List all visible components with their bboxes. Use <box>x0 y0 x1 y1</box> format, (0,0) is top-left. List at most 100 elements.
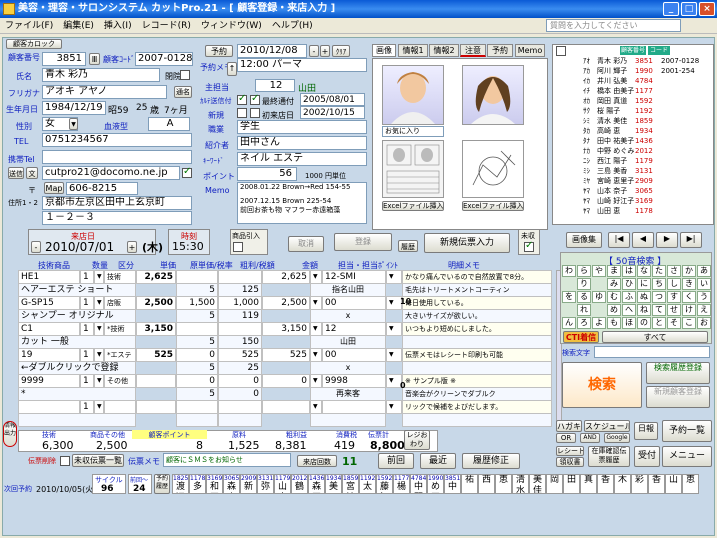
cell-s2[interactable] <box>310 413 386 427</box>
customer-list-item[interactable]: ｼﾐ 清水 美佳 1859 <box>583 117 711 126</box>
kana-button[interactable]: を <box>562 291 576 303</box>
tab-image[interactable]: 画像 <box>372 44 396 57</box>
cell-qty[interactable]: 1 <box>80 270 94 284</box>
kana-button[interactable]: わ <box>562 265 576 277</box>
cell-staff[interactable]: 9998 <box>322 374 386 388</box>
kana-button[interactable]: る <box>577 291 591 303</box>
cell-s2[interactable]: x <box>310 309 386 323</box>
cell-sub[interactable]: カット 一般 <box>18 335 136 349</box>
recent-customer-item[interactable]: 祐 <box>461 474 478 494</box>
chevron-down-icon[interactable]: ▼ <box>69 118 78 130</box>
slip-delete-checkbox[interactable] <box>60 456 70 466</box>
recent-customer-item[interactable]: 真 <box>580 474 597 494</box>
cell-price[interactable]: 3,150 <box>136 322 176 336</box>
kana-button[interactable]: に <box>637 278 651 290</box>
menu-record[interactable]: レコード(R) <box>137 18 196 34</box>
card-checkbox[interactable] <box>237 93 247 105</box>
cell-c2[interactable]: 5 <box>176 283 218 297</box>
cell-qty[interactable]: 1 <box>80 296 94 310</box>
cell-dropdown[interactable]: ▼ <box>94 322 104 336</box>
cell-c2[interactable] <box>176 413 218 427</box>
cell-m2[interactable]: 音楽会がクリーンでダブルク <box>402 387 552 401</box>
customer-list-item[interactable]: ﾔﾏ 山田 恵 1178 <box>583 207 711 216</box>
recent-customer-item[interactable]: 2909 新 <box>240 474 257 494</box>
new-slip-button[interactable]: 新規伝票入力 <box>424 233 510 253</box>
table-subrow[interactable]: ヘアーエステ ショート 5 125 指名山田 毛先はトリートメントコーティン <box>18 283 553 297</box>
new-checkbox[interactable] <box>237 108 247 118</box>
recent-customer-item[interactable]: 3169和田 <box>206 474 223 494</box>
recent-customer-item[interactable]: 香 <box>648 474 665 494</box>
cell-price[interactable]: 2,625 <box>136 270 176 284</box>
customer-list-item[interactable]: ﾆｼ 西江 陽子 1179 <box>583 157 711 166</box>
cell-dropdown[interactable]: ▼ <box>310 270 322 284</box>
address1-field[interactable]: 京都市左京区田中上玄京町 <box>42 196 192 210</box>
table-subrow[interactable]: ←ダブルクリックで登録 5 25 x <box>18 361 553 375</box>
visit-time-value[interactable]: 15:30 <box>172 240 204 253</box>
kana-button[interactable]: お <box>697 317 711 329</box>
cell-amt[interactable]: 0 <box>262 374 310 388</box>
kana-button[interactable]: せ <box>667 304 681 316</box>
cell-dropdown[interactable]: ▼ <box>310 348 322 362</box>
slip-memo-field[interactable]: 顧客にＳＭＳをお知らせ <box>163 453 291 467</box>
visit-prev-day-button[interactable]: - <box>31 241 41 253</box>
product-draw-checkbox[interactable] <box>233 242 243 252</box>
tab-info1[interactable]: 情報1 <box>398 44 428 57</box>
recent-customer-item[interactable]: 3131 弥 <box>257 474 274 494</box>
tab-caution[interactable]: 注意 <box>460 44 486 57</box>
menu-edit[interactable]: 編集(E) <box>58 18 99 34</box>
reception-button[interactable]: 受付 <box>634 446 660 467</box>
cell-dropdown[interactable]: ▼ <box>94 400 104 414</box>
prev-record-button[interactable]: ◀ <box>632 232 654 248</box>
table-subrow[interactable]: カット 一般 5 150 山田 <box>18 335 553 349</box>
kana-button[interactable]: め <box>607 304 621 316</box>
cell-g2[interactable]: 119 <box>218 309 262 323</box>
recent-customer-item[interactable]: 3065森山 <box>223 474 240 494</box>
kana-button[interactable]: へ <box>622 304 636 316</box>
cell-price[interactable] <box>136 374 176 388</box>
cell-dropdown[interactable]: ▼ <box>310 322 322 336</box>
cell-gross[interactable] <box>218 322 262 336</box>
kana-button[interactable]: み <box>607 278 621 290</box>
cell-dropdown[interactable]: ▼ <box>386 322 402 336</box>
kana-button[interactable]: あ <box>697 265 711 277</box>
postcard-button[interactable]: ハガキ <box>556 420 582 432</box>
cell-m2[interactable] <box>402 361 552 375</box>
job-field[interactable]: 学生 <box>237 120 367 134</box>
menu-window[interactable]: ウィンドウ(W) <box>196 18 267 34</box>
list-header-no[interactable]: 顧客番号 <box>620 46 646 55</box>
mail-text-button[interactable]: 文 <box>26 167 38 179</box>
reserve-clear-button[interactable]: ｸﾘｱ <box>332 45 350 57</box>
menu-file[interactable]: ファイル(F) <box>0 18 58 34</box>
kana-button[interactable]: つ <box>652 291 666 303</box>
table-subrow[interactable]: * 5 0 再来客 音楽会がクリーンでダブルク <box>18 387 553 401</box>
cell-gross[interactable] <box>218 270 262 284</box>
recent-customer-item[interactable]: 1436森田 <box>308 474 325 494</box>
recent-customer-item[interactable]: 田 <box>563 474 580 494</box>
recent-customer-item[interactable]: 1592藤江 <box>376 474 393 494</box>
first-record-button[interactable]: |◀ <box>608 232 630 248</box>
receipt-button[interactable]: レシート <box>556 446 584 456</box>
cell-g2[interactable] <box>218 413 262 427</box>
cell-m2[interactable]: 毛先はトリートメントコーティン <box>402 283 552 297</box>
kana-button[interactable]: ひ <box>622 278 636 290</box>
new-customer-register-button[interactable]: 新規顧客登録 <box>646 386 710 408</box>
kana-button[interactable]: ふ <box>622 291 636 303</box>
cell-g2[interactable]: 25 <box>218 361 262 375</box>
search-button[interactable]: 検索 <box>562 362 642 408</box>
cell-dropdown[interactable]: ▼ <box>94 374 104 388</box>
recent-customer-item[interactable]: 1990め田 <box>427 474 444 494</box>
and-button[interactable]: AND <box>580 433 600 443</box>
cell-kind[interactable]: 技術 <box>104 270 136 284</box>
cell-item[interactable]: C1 <box>18 322 80 336</box>
table-row[interactable]: G-SP15 1 ▼ 店販 2,500 1,500 1,000 2,500 ▼ 00 ▼ 毎日使用して… <box>18 296 553 310</box>
kana-button[interactable]: ち <box>652 278 666 290</box>
cell-qty[interactable]: 1 <box>80 348 94 362</box>
cell-dropdown[interactable]: ▼ <box>310 374 322 388</box>
keyword-field[interactable]: ネイル エステ <box>237 152 367 166</box>
cell-g2[interactable]: 150 <box>218 335 262 349</box>
customer-list-item[interactable]: ﾔﾏ 山本 奈子 3065 <box>583 187 711 196</box>
lookup-button[interactable]: Ⅲ <box>89 53 100 65</box>
cell-s2[interactable]: 山田 <box>310 335 386 349</box>
send-mail-button[interactable]: 送信 <box>8 167 24 179</box>
cell-dropdown[interactable]: ▼ <box>386 270 402 284</box>
